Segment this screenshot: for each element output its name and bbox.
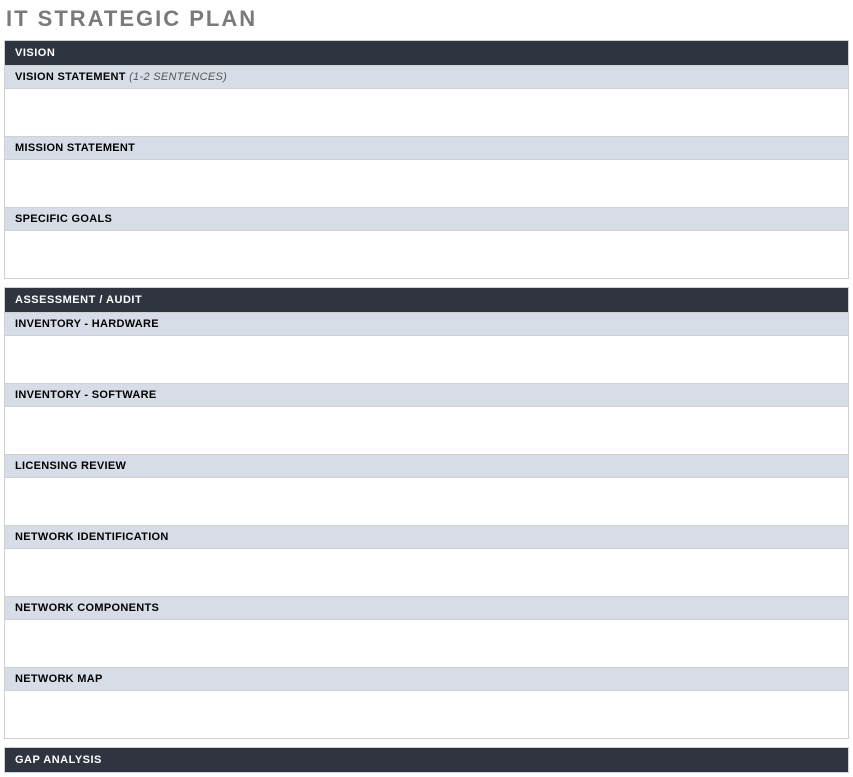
licensing-review-input[interactable]	[4, 478, 849, 526]
mission-statement-input[interactable]	[4, 160, 849, 208]
subheader-licensing-review: LICENSING REVIEW	[4, 455, 849, 478]
vision-statement-label: VISION STATEMENT	[15, 71, 126, 83]
section-header-gap-analysis: GAP ANALYSIS	[4, 747, 849, 773]
subheader-mission-statement: MISSION STATEMENT	[4, 137, 849, 160]
subheader-inventory-hardware: INVENTORY - HARDWARE	[4, 313, 849, 336]
vision-statement-hint: (1-2 SENTENCES)	[129, 71, 227, 83]
subheader-network-map: NETWORK MAP	[4, 668, 849, 691]
section-spacer	[4, 279, 849, 287]
section-header-assessment: ASSESSMENT / AUDIT	[4, 287, 849, 313]
network-map-input[interactable]	[4, 691, 849, 739]
section-spacer	[4, 739, 849, 747]
network-identification-input[interactable]	[4, 549, 849, 597]
subheader-vision-statement: VISION STATEMENT (1-2 SENTENCES)	[4, 66, 849, 89]
specific-goals-input[interactable]	[4, 231, 849, 279]
subheader-network-components: NETWORK COMPONENTS	[4, 597, 849, 620]
vision-statement-input[interactable]	[4, 89, 849, 137]
subheader-inventory-software: INVENTORY - SOFTWARE	[4, 384, 849, 407]
inventory-hardware-input[interactable]	[4, 336, 849, 384]
subheader-specific-goals: SPECIFIC GOALS	[4, 208, 849, 231]
page-title: IT STRATEGIC PLAN	[4, 4, 849, 40]
inventory-software-input[interactable]	[4, 407, 849, 455]
subheader-network-identification: NETWORK IDENTIFICATION	[4, 526, 849, 549]
network-components-input[interactable]	[4, 620, 849, 668]
section-header-vision: VISION	[4, 40, 849, 66]
